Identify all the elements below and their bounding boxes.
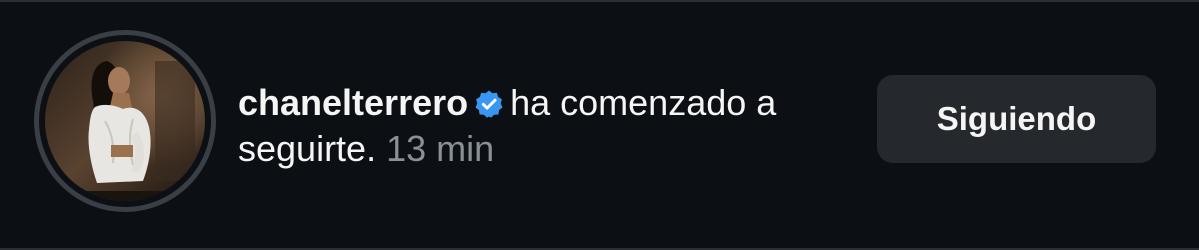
username-link[interactable]: chanelterrero [238, 82, 468, 123]
notification-row[interactable]: chanelterrero ha comenzado a seguirte. 13… [0, 0, 1199, 250]
timestamp: 13 min [386, 128, 495, 169]
following-button[interactable]: Siguiendo [877, 75, 1156, 163]
avatar-ring[interactable] [34, 30, 216, 212]
message-text-2: seguirte. [238, 128, 377, 169]
notification-text: chanelterrero ha comenzado a seguirte. 13… [238, 80, 858, 172]
verified-badge-icon [475, 90, 503, 118]
message-text-1: ha comenzado a [510, 82, 777, 123]
avatar[interactable] [45, 41, 205, 201]
